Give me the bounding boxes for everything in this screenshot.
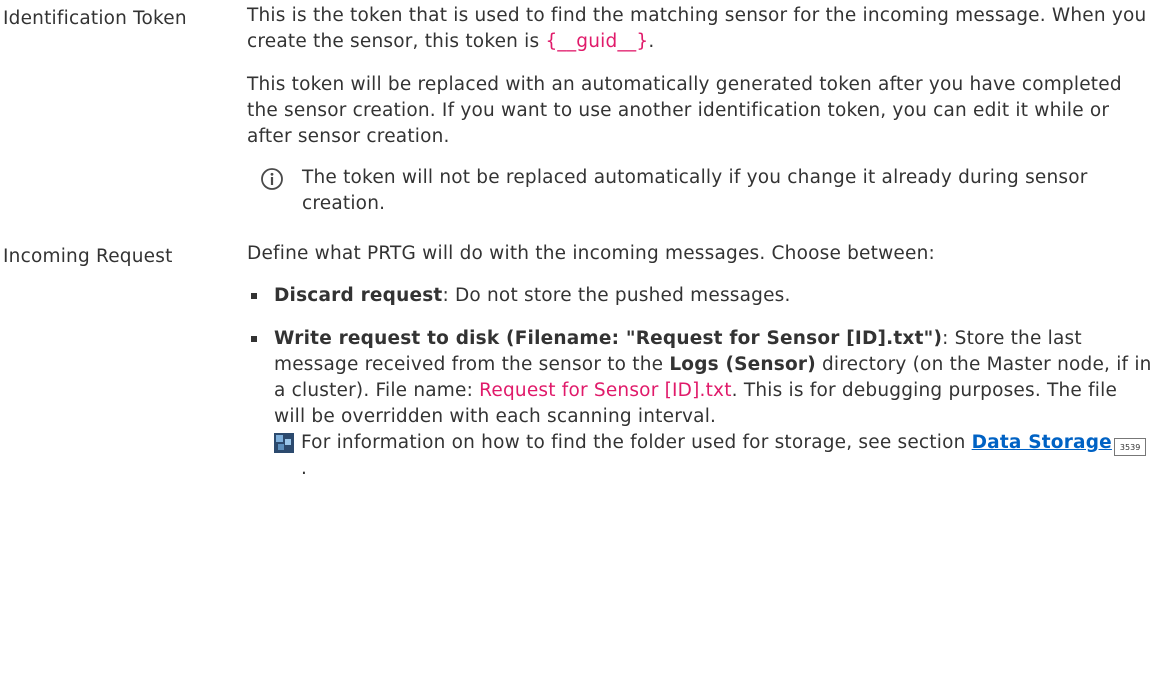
data-storage-link[interactable]: Data Storage: [972, 432, 1112, 453]
option-text: : Do not store the pushed messages.: [442, 285, 791, 306]
identification-token-description: This is the token that is used to find t…: [247, 3, 1152, 217]
identification-token-para1: This is the token that is used to find t…: [247, 3, 1152, 55]
info-circle-icon: [260, 167, 284, 199]
incoming-request-intro: Define what PRTG will do with the incomi…: [247, 243, 935, 264]
see-also-text: For information on how to find the folde…: [301, 432, 972, 453]
option-title: Discard request: [274, 285, 443, 306]
request-filename: Request for Sensor [ID].txt: [479, 380, 732, 401]
option-discard-request: Discard request: Do not store the pushed…: [247, 283, 1152, 309]
logs-directory: Logs (Sensor): [669, 354, 816, 375]
token-note-text: The token will not be replaced automatic…: [302, 167, 1088, 214]
incoming-request-description: Define what PRTG will do with the incomi…: [247, 241, 1152, 482]
identification-token-para2: This token will be replaced with an auto…: [247, 74, 1122, 147]
token-note: The token will not be replaced automatic…: [247, 165, 1152, 217]
book-reference-icon: [274, 433, 294, 461]
bullet: [251, 293, 257, 299]
see-also-end: .: [301, 458, 308, 479]
bullet: [251, 336, 257, 342]
incoming-request-options: Discard request: Do not store the pushed…: [247, 283, 1152, 482]
option-write-request-to-disk: Write request to disk (Filename: "Reques…: [247, 326, 1152, 482]
storage-see-also-note: For information on how to find the folde…: [274, 430, 1152, 482]
para1-text: This is the token that is used to find t…: [247, 5, 1147, 52]
incoming-request-label: Incoming Request: [3, 246, 173, 267]
page-reference-box[interactable]: 3539: [1113, 438, 1147, 456]
option-title: Write request to disk (Filename: "Reques…: [274, 328, 943, 349]
identification-token-label: Identification Token: [3, 8, 187, 29]
para1-end: .: [648, 31, 655, 52]
guid-token: {__guid__}: [545, 31, 649, 52]
